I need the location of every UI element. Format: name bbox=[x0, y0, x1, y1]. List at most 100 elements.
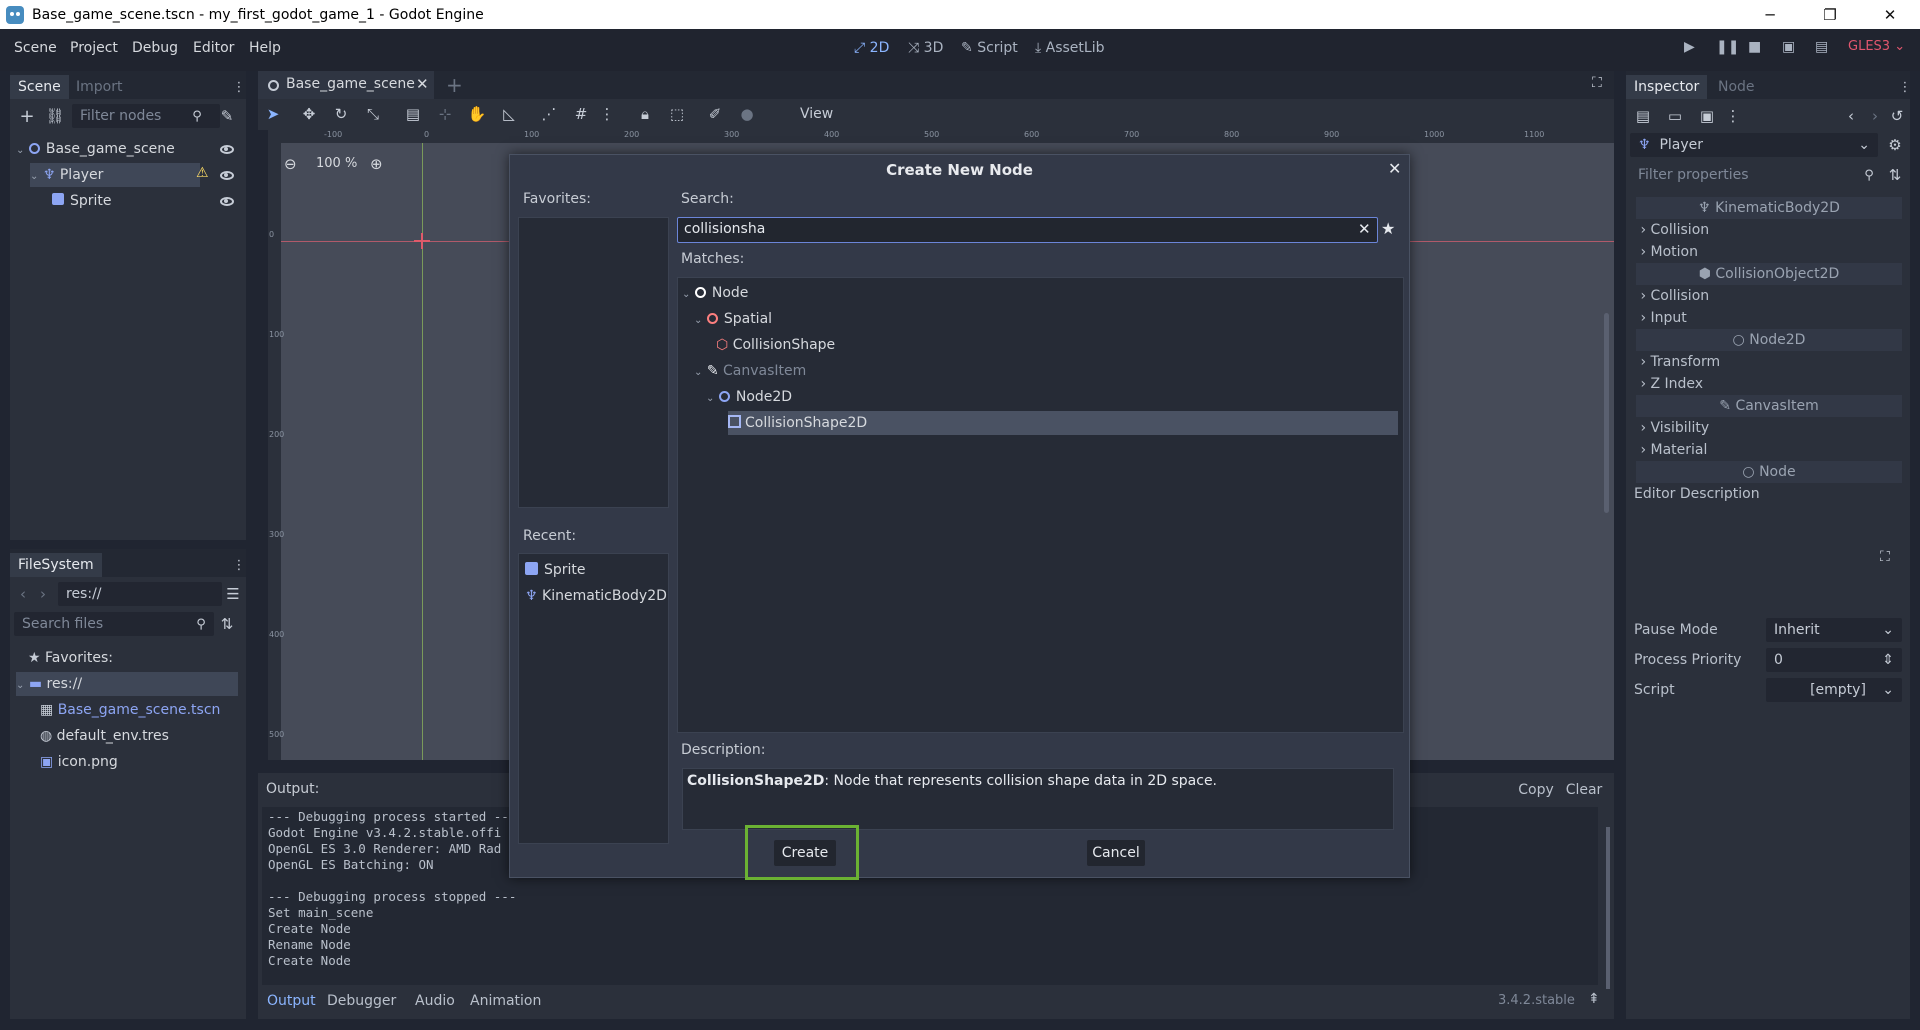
group-transform[interactable]: › Transform bbox=[1636, 351, 1902, 373]
group-icon[interactable]: ⬚ bbox=[666, 103, 688, 125]
copy-button[interactable]: Copy bbox=[1514, 777, 1558, 803]
match-collisionshape[interactable]: ⬡ CollisionShape bbox=[716, 333, 835, 357]
group-material[interactable]: › Material bbox=[1636, 439, 1902, 461]
dock-menu-icon[interactable]: ⋮ bbox=[228, 76, 250, 98]
stop-icon[interactable]: ■ bbox=[1748, 39, 1761, 55]
play-scene-icon[interactable]: ▣ bbox=[1782, 39, 1795, 55]
tree-item-base-game-scene[interactable]: ⌄ Base_game_scene bbox=[16, 137, 242, 161]
chevron-left-icon[interactable]: ‹ bbox=[12, 583, 34, 605]
group-visibility[interactable]: › Visibility bbox=[1636, 417, 1902, 439]
script-select[interactable]: [empty] ⌄ bbox=[1766, 678, 1902, 702]
sort-icon[interactable]: ⇅ bbox=[216, 613, 238, 635]
tree-item-sprite[interactable]: Sprite bbox=[52, 189, 212, 213]
close-window-button[interactable]: ✕ bbox=[1860, 0, 1920, 29]
scale-tool-icon[interactable]: ⤡ bbox=[362, 103, 384, 125]
dialog-close-icon[interactable]: ✕ bbox=[1388, 159, 1401, 178]
expand-icon[interactable]: ⛶ bbox=[1880, 549, 1890, 565]
favorites-list[interactable] bbox=[518, 217, 669, 508]
select-tool-icon[interactable]: ➤ bbox=[262, 103, 284, 125]
new-tab-icon[interactable]: + bbox=[446, 73, 463, 97]
scene-tab[interactable]: Base_game_scene ✕ bbox=[258, 71, 434, 99]
zoom-level[interactable]: 100 % bbox=[316, 156, 357, 171]
zoom-out-icon[interactable]: ⊖ bbox=[284, 155, 297, 173]
menu-editor[interactable]: Editor bbox=[193, 40, 234, 56]
ruler-tool-icon[interactable]: ◺ bbox=[498, 103, 520, 125]
visibility-eye-icon[interactable] bbox=[220, 145, 234, 154]
close-tab-icon[interactable]: ✕ bbox=[416, 75, 429, 93]
sort-icon[interactable]: ⇅ bbox=[1884, 164, 1906, 186]
tab-import[interactable]: Import bbox=[68, 75, 130, 99]
match-node[interactable]: ⌄ Node bbox=[682, 281, 748, 305]
recent-item-sprite[interactable]: Sprite bbox=[525, 558, 586, 582]
minimize-button[interactable]: ─ bbox=[1740, 0, 1800, 29]
tab-audio[interactable]: Audio bbox=[415, 993, 455, 1009]
new-resource-icon[interactable]: ▤ bbox=[1632, 105, 1654, 127]
group-motion[interactable]: › Motion bbox=[1636, 241, 1902, 263]
smart-snap-icon[interactable]: ⋰ bbox=[538, 103, 560, 125]
recent-list[interactable]: Sprite ♆ KinematicBody2D bbox=[518, 553, 669, 844]
output-scrollbar[interactable] bbox=[1606, 827, 1610, 989]
filter-properties-input[interactable]: Filter properties bbox=[1630, 163, 1856, 187]
history-back-icon[interactable]: ‹ bbox=[1840, 105, 1862, 127]
play-custom-scene-icon[interactable]: ▤ bbox=[1815, 39, 1828, 55]
menu-help[interactable]: Help bbox=[249, 40, 281, 56]
object-selector[interactable]: ♆ Player ⌄ bbox=[1630, 133, 1878, 157]
workspace-2d-button[interactable]: ⤢ 2D bbox=[854, 40, 889, 56]
search-input[interactable]: collisionsha ✕ bbox=[677, 217, 1378, 243]
menu-scene[interactable]: Scene bbox=[14, 40, 57, 56]
editor-description-field[interactable]: ⛶ bbox=[1636, 507, 1902, 611]
tab-debugger[interactable]: Debugger bbox=[327, 993, 396, 1009]
file-item-scene[interactable]: ▦ Base_game_scene.tscn bbox=[40, 698, 220, 722]
view-menu[interactable]: View bbox=[800, 106, 833, 122]
recent-item-kinematicbody2d[interactable]: ♆ KinematicBody2D bbox=[525, 584, 667, 608]
distraction-free-icon[interactable]: ⛶ bbox=[1592, 75, 1602, 91]
pin-icon[interactable]: ⇞ bbox=[1588, 991, 1600, 1007]
move-tool-icon[interactable]: ✥ bbox=[298, 103, 320, 125]
list-tool-icon[interactable]: ▤ bbox=[402, 103, 424, 125]
zoom-in-icon[interactable]: ⊕ bbox=[370, 155, 383, 173]
bone-icon[interactable]: ✐ bbox=[704, 103, 726, 125]
pause-icon[interactable]: ❚❚ bbox=[1716, 39, 1739, 55]
save-icon[interactable]: ▣ bbox=[1696, 105, 1718, 127]
file-item-icon[interactable]: ▣ icon.png bbox=[40, 750, 118, 774]
link-icon[interactable]: ⛓ bbox=[44, 105, 66, 127]
maximize-button[interactable]: ❐ bbox=[1800, 0, 1860, 29]
tab-inspector[interactable]: Inspector bbox=[1626, 75, 1708, 99]
workspace-script-button[interactable]: ✎ Script bbox=[961, 40, 1018, 56]
inspector-menu-icon[interactable]: ⋮ bbox=[1722, 105, 1744, 127]
match-collisionshape2d[interactable]: CollisionShape2D bbox=[728, 411, 1398, 435]
workspace-3d-button[interactable]: ⤨ 3D bbox=[908, 40, 943, 56]
add-node-icon[interactable]: + bbox=[16, 105, 38, 127]
grid-snap-icon[interactable]: # bbox=[570, 103, 592, 125]
clear-button[interactable]: Clear bbox=[1564, 777, 1604, 803]
snap-options-icon[interactable]: ⋮ bbox=[596, 103, 618, 125]
favorite-star-icon[interactable]: ★ bbox=[1381, 219, 1395, 238]
path-field[interactable]: res:// bbox=[58, 582, 222, 606]
tab-output[interactable]: Output bbox=[267, 993, 316, 1009]
create-button[interactable]: Create bbox=[774, 840, 836, 866]
tab-node[interactable]: Node bbox=[1710, 75, 1763, 99]
favorites-item[interactable]: ★ Favorites: bbox=[28, 646, 113, 670]
search-files-input[interactable]: Search files bbox=[14, 612, 214, 636]
group-collision[interactable]: › Collision bbox=[1636, 285, 1902, 307]
group-input[interactable]: › Input bbox=[1636, 307, 1902, 329]
lock-icon[interactable]: 🔒︎ bbox=[634, 103, 656, 125]
split-mode-icon[interactable]: ☰ bbox=[222, 583, 244, 605]
history-forward-icon[interactable]: › bbox=[1864, 105, 1886, 127]
pan-tool-icon[interactable]: ✋ bbox=[466, 103, 488, 125]
menu-debug[interactable]: Debug bbox=[132, 40, 178, 56]
match-node2d[interactable]: ⌄ Node2D bbox=[706, 385, 792, 409]
tree-item-player[interactable]: ⌄ ♆ Player bbox=[30, 163, 200, 187]
process-priority-input[interactable]: 0 ⇕ bbox=[1766, 648, 1902, 672]
renderer-select[interactable]: GLES3 ⌄ bbox=[1848, 39, 1905, 54]
viewport-scrollbar[interactable] bbox=[1604, 313, 1609, 513]
open-folder-icon[interactable]: ▭ bbox=[1664, 105, 1686, 127]
rotate-tool-icon[interactable]: ↻ bbox=[330, 103, 352, 125]
camera-icon[interactable]: ● bbox=[736, 103, 758, 125]
chevron-right-icon[interactable]: › bbox=[32, 583, 54, 605]
group-z-index[interactable]: › Z Index bbox=[1636, 373, 1902, 395]
workspace-assetlib-button[interactable]: ⤓ AssetLib bbox=[1035, 40, 1104, 56]
pivot-tool-icon[interactable]: ⊹ bbox=[434, 103, 456, 125]
dock-menu-icon[interactable]: ⋮ bbox=[1894, 76, 1916, 98]
visibility-eye-icon[interactable] bbox=[220, 171, 234, 180]
